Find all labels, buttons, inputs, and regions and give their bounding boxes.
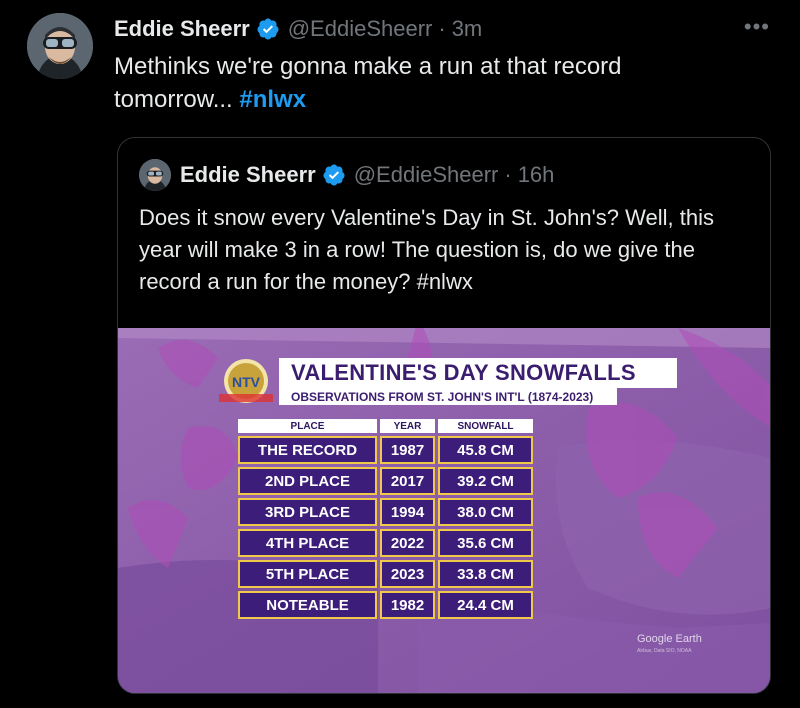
separator-dot: · <box>438 16 446 41</box>
column-header-snowfall: SNOWFALL <box>438 419 533 433</box>
table-header-row: PLACE YEAR SNOWFALL <box>238 419 533 433</box>
author-name[interactable]: Eddie Sheerr <box>114 16 250 42</box>
quoted-avatar[interactable] <box>139 159 171 191</box>
row-year: 2023 <box>380 560 435 588</box>
tweet-body: Methinks we're gonna make a run at that … <box>114 53 622 113</box>
row-snowfall: 24.4 CM <box>438 591 533 619</box>
more-icon[interactable]: ••• <box>744 14 770 40</box>
table-row: NOTEABLE 1982 24.4 CM <box>238 591 533 619</box>
row-snowfall: 33.8 CM <box>438 560 533 588</box>
row-place: 4TH PLACE <box>238 529 377 557</box>
table-row: 3RD PLACE 1994 38.0 CM <box>238 498 533 526</box>
quoted-author-name[interactable]: Eddie Sheerr <box>180 162 316 188</box>
row-place: 2ND PLACE <box>238 467 377 495</box>
quoted-text: Does it snow every Valentine's Day in St… <box>139 205 714 294</box>
separator-dot: · <box>504 162 512 187</box>
watermark-text: Google Earth <box>637 633 702 645</box>
column-header-year: YEAR <box>380 419 435 433</box>
table-row: 4TH PLACE 2022 35.6 CM <box>238 529 533 557</box>
quoted-header: Eddie Sheerr @EddieSheerr · 16h <box>180 160 554 190</box>
row-year: 1982 <box>380 591 435 619</box>
verified-badge-icon <box>323 164 345 186</box>
snowfall-table: PLACE YEAR SNOWFALL THE RECORD 1987 45.8… <box>235 416 536 622</box>
row-year: 2017 <box>380 467 435 495</box>
column-header-place: PLACE <box>238 419 377 433</box>
quoted-timestamp[interactable]: 16h <box>518 162 555 188</box>
row-snowfall: 39.2 CM <box>438 467 533 495</box>
table-row: THE RECORD 1987 45.8 CM <box>238 436 533 464</box>
row-place: THE RECORD <box>238 436 377 464</box>
table-row: 5TH PLACE 2023 33.8 CM <box>238 560 533 588</box>
row-year: 1987 <box>380 436 435 464</box>
row-place: 5TH PLACE <box>238 560 377 588</box>
row-snowfall: 38.0 CM <box>438 498 533 526</box>
svg-text:NTV: NTV <box>232 374 261 390</box>
verified-badge-icon <box>257 18 279 40</box>
tweet-header: Eddie Sheerr @EddieSheerr · 3m <box>114 14 482 44</box>
author-handle[interactable]: @EddieSheerr <box>288 16 433 42</box>
tweet-image[interactable]: NTV VALENTINE'S DAY SNOWFALLS OBSERVATIO… <box>118 328 770 693</box>
row-place: NOTEABLE <box>238 591 377 619</box>
quoted-tweet[interactable]: Eddie Sheerr @EddieSheerr · 16h Does it … <box>117 137 771 694</box>
tweet-text: Methinks we're gonna make a run at that … <box>114 50 714 116</box>
row-year: 1994 <box>380 498 435 526</box>
image-subtitle: OBSERVATIONS FROM ST. JOHN'S INT'L (1874… <box>291 389 594 404</box>
quoted-author-handle[interactable]: @EddieSheerr <box>354 162 499 188</box>
google-earth-watermark: Google Earth Airbus, Data SIO, NOAA <box>637 633 702 657</box>
ntv-logo: NTV <box>219 359 273 403</box>
row-place: 3RD PLACE <box>238 498 377 526</box>
row-snowfall: 45.8 CM <box>438 436 533 464</box>
row-snowfall: 35.6 CM <box>438 529 533 557</box>
avatar[interactable] <box>27 13 93 79</box>
image-title-box: VALENTINE'S DAY SNOWFALLS <box>279 358 677 388</box>
hashtag-link[interactable]: #nlwx <box>239 86 306 113</box>
image-title: VALENTINE'S DAY SNOWFALLS <box>291 360 636 385</box>
table-row: 2ND PLACE 2017 39.2 CM <box>238 467 533 495</box>
row-year: 2022 <box>380 529 435 557</box>
tweet-timestamp[interactable]: 3m <box>452 16 483 42</box>
image-subtitle-box: OBSERVATIONS FROM ST. JOHN'S INT'L (1874… <box>279 388 617 405</box>
watermark-credit: Airbus, Data SIO, NOAA <box>637 648 692 654</box>
